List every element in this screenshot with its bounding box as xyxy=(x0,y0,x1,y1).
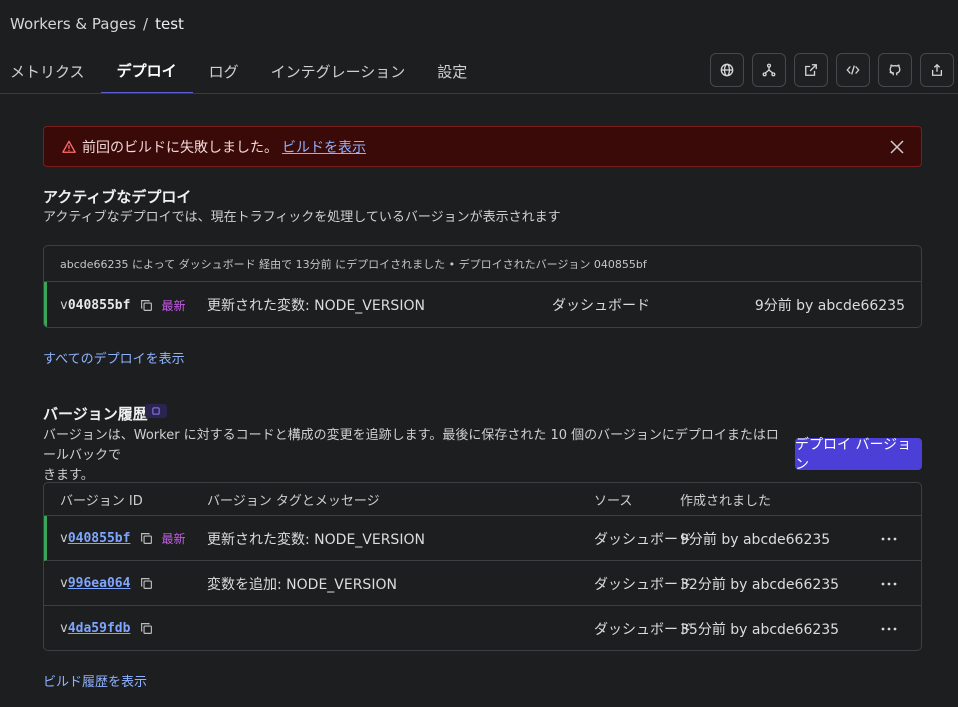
close-icon[interactable] xyxy=(889,139,905,155)
version-prefix: v xyxy=(60,297,68,313)
more-actions-button[interactable] xyxy=(881,516,897,561)
version-id-cell: v 996ea064 xyxy=(60,561,153,606)
breadcrumb-current: test xyxy=(155,15,184,33)
table-row[interactable]: v 040855bf 最新 更新された変数: NODE_VERSION ダッシュボ… xyxy=(44,516,921,561)
ellipsis-icon xyxy=(881,537,897,540)
breadcrumb-separator: / xyxy=(143,15,149,33)
active-deploy-card: abcde66235 によって ダッシュボード 経由で 13分前 にデプロイされ… xyxy=(43,245,922,328)
github-button[interactable] xyxy=(878,53,912,87)
version-source: ダッシュボード xyxy=(594,531,692,548)
version-message: 変数を追加: NODE_VERSION xyxy=(207,576,397,593)
version-created: 9分前 by abcde66235 xyxy=(754,298,905,314)
version-id-link[interactable]: 4da59fdb xyxy=(68,621,131,636)
table-row[interactable]: v 996ea064 変数を追加: NODE_VERSION ダッシュボード 32… xyxy=(44,561,921,606)
version-source: ダッシュボード xyxy=(594,576,692,593)
copy-icon[interactable] xyxy=(140,532,153,545)
alert-message: 前回のビルドに失敗しました。 xyxy=(82,139,278,156)
external-link-icon xyxy=(805,64,817,76)
tabs-divider xyxy=(0,93,958,94)
active-deploy-summary: abcde66235 によって ダッシュボード 経由で 13分前 にデプロイされ… xyxy=(44,246,921,282)
version-table: バージョン ID バージョン タグとメッセージ ソース 作成されました v 040… xyxy=(43,482,922,651)
build-failed-alert: 前回のビルドに失敗しました。 ビルドを表示 xyxy=(43,126,922,167)
version-created: 9分前 by abcde66235 xyxy=(680,531,831,548)
more-actions-button[interactable] xyxy=(881,606,897,650)
github-icon xyxy=(889,64,901,76)
show-all-deploys-link[interactable]: すべてのデプロイを表示 xyxy=(43,348,185,367)
version-prefix: v xyxy=(60,621,68,636)
version-id-cell: v 4da59fdb xyxy=(60,606,153,650)
header-version-id: バージョン ID xyxy=(60,494,143,509)
view-build-link[interactable]: ビルドを表示 xyxy=(282,137,366,157)
tab-metrics[interactable]: メトリクス xyxy=(0,48,101,94)
version-source: ダッシュボード xyxy=(552,298,650,314)
version-message: 更新された変数: NODE_VERSION xyxy=(207,298,425,314)
ellipsis-icon xyxy=(881,627,897,630)
version-history-description: バージョンは、Worker に対するコードと構成の変更を追跡します。最後に保存さ… xyxy=(43,426,783,486)
active-deploy-row: v 040855bf 最新 更新された変数: NODE_VERSION ダッシュボ… xyxy=(44,282,921,327)
table-row[interactable]: v 4da59fdb ダッシュボード 35分前 by abcde66235 xyxy=(44,606,921,650)
version-id-link[interactable]: 040855bf xyxy=(68,531,131,546)
version-history-title: バージョン履歴 xyxy=(43,405,148,423)
globe-button[interactable] xyxy=(710,53,744,87)
toolbar xyxy=(710,53,954,87)
share-icon xyxy=(931,63,943,76)
code-button[interactable] xyxy=(836,53,870,87)
share-button[interactable] xyxy=(920,53,954,87)
copy-icon[interactable] xyxy=(140,622,153,635)
active-deploy-title: アクティブなデプロイ xyxy=(43,188,192,206)
latest-badge: 最新 xyxy=(161,298,186,313)
version-source: ダッシュボード xyxy=(594,621,692,638)
table-header: バージョン ID バージョン タグとメッセージ ソース 作成されました xyxy=(44,483,921,516)
version-prefix: v xyxy=(60,576,68,591)
tab-logs[interactable]: ログ xyxy=(193,48,255,94)
description-line-1: バージョンは、Worker に対するコードと構成の変更を追跡します。最後に保存さ… xyxy=(43,428,779,463)
version-id-cell: v 040855bf 最新 xyxy=(60,282,186,327)
header-message: バージョン タグとメッセージ xyxy=(207,494,380,509)
more-actions-button[interactable] xyxy=(881,561,897,606)
copy-icon[interactable] xyxy=(140,577,153,590)
version-id-link[interactable]: 996ea064 xyxy=(68,576,131,591)
active-deploy-description: アクティブなデプロイでは、現在トラフィックを処理しているバージョンが表示されます xyxy=(43,210,561,225)
version-prefix: v xyxy=(60,531,68,546)
tab-settings[interactable]: 設定 xyxy=(421,48,483,94)
copy-icon[interactable] xyxy=(140,299,153,312)
latest-badge: 最新 xyxy=(161,532,186,546)
version-created: 32分前 by abcde66235 xyxy=(680,576,840,593)
history-tag-icon xyxy=(145,404,167,418)
code-icon xyxy=(846,65,860,75)
globe-icon xyxy=(720,63,734,77)
branch-button[interactable] xyxy=(752,53,786,87)
tab-integrations[interactable]: インテグレーション xyxy=(255,48,422,94)
show-build-history-link[interactable]: ビルド履歴を表示 xyxy=(43,671,147,690)
ellipsis-icon xyxy=(881,582,897,585)
header-created: 作成されました xyxy=(680,494,772,509)
version-id-cell: v 040855bf 最新 xyxy=(60,516,185,561)
header-source: ソース xyxy=(594,494,633,509)
external-link-button[interactable] xyxy=(794,53,828,87)
branch-icon xyxy=(762,63,776,77)
tab-bar: メトリクス デプロイ ログ インテグレーション 設定 xyxy=(0,48,483,94)
breadcrumb-parent[interactable]: Workers & Pages xyxy=(10,15,136,33)
warning-icon xyxy=(62,140,76,153)
version-message: 更新された変数: NODE_VERSION xyxy=(207,531,425,548)
tab-deploys[interactable]: デプロイ xyxy=(100,48,193,94)
deploy-version-button[interactable]: デプロイ バージョン xyxy=(795,437,922,473)
version-created: 35分前 by abcde66235 xyxy=(680,621,840,638)
version-id: 040855bf xyxy=(67,297,131,313)
breadcrumb: Workers & Pages / test xyxy=(10,15,184,33)
